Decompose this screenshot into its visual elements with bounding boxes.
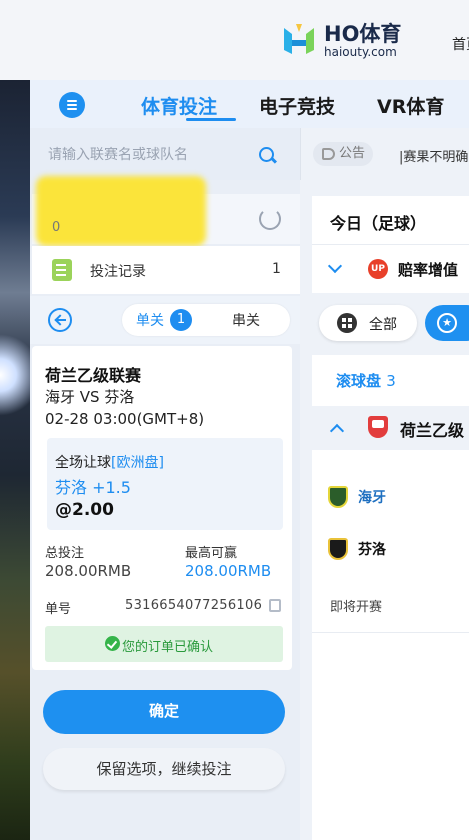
- confirm-button[interactable]: 确定: [43, 690, 285, 734]
- filter-all-button[interactable]: 全部: [319, 305, 417, 341]
- order-label: 单号: [45, 602, 72, 617]
- max-win-value: 208.00RMB: [185, 562, 272, 580]
- away-team-logo-icon: [328, 538, 348, 560]
- stake-label: 总投注: [45, 546, 85, 561]
- parlay-tab[interactable]: 串关: [232, 310, 260, 330]
- main-tabs: 体育投注 电子竞技 VR体育: [30, 80, 469, 128]
- bet-mode-toggle: 单关 1 串关: [122, 304, 290, 336]
- grid-icon: [337, 313, 357, 333]
- single-bet-tab[interactable]: 单关: [136, 310, 164, 330]
- selection-box: 全场让球[欧洲盘] 芬洛 +1.5 @2.00: [47, 438, 283, 530]
- home-team-name: 海牙: [358, 490, 386, 506]
- balance-digit: 0: [52, 220, 61, 235]
- confirmation-banner: 您的订单已确认: [45, 626, 283, 662]
- match-time: 02-28 03:00(GMT+8): [45, 410, 205, 428]
- events-panel: 公告 |赛果不明确 今日（足球） UP 赔率增值 全部 ★ 滚球盘 3 荷兰乙级…: [300, 128, 469, 840]
- logo-title: HO体育: [324, 22, 402, 46]
- league-row[interactable]: 荷兰乙级: [312, 406, 469, 450]
- chevron-up-icon: [329, 423, 345, 439]
- match-status: 即将开赛: [330, 600, 383, 615]
- notice-button[interactable]: 公告: [313, 142, 373, 166]
- betslip-header: 单关 1 串关: [30, 296, 300, 344]
- account-balance: 0: [32, 176, 300, 246]
- tab-sports-betting[interactable]: 体育投注: [141, 92, 217, 119]
- odds-boost-label: 赔率增值: [398, 261, 459, 279]
- max-win-label: 最高可赢: [185, 546, 238, 561]
- home-team-logo-icon: [328, 486, 348, 508]
- back-icon[interactable]: [48, 308, 72, 332]
- menu-icon[interactable]: [59, 92, 85, 118]
- megaphone-icon: [322, 148, 335, 160]
- bet-record-row[interactable]: 投注记录 1: [32, 246, 300, 294]
- live-betting-header[interactable]: 滚球盘 3: [336, 370, 396, 391]
- logo-mark-icon: [280, 22, 318, 60]
- away-team-name: 芬洛: [358, 542, 386, 558]
- selected-odds: @2.00: [55, 500, 114, 520]
- stadium-light: [0, 330, 30, 420]
- away-team-row[interactable]: 芬洛: [312, 526, 469, 574]
- bet-record-label: 投注记录: [90, 264, 146, 280]
- stadium-background: [0, 80, 30, 840]
- redacted-balance: [36, 176, 206, 246]
- league-row-name: 荷兰乙级: [400, 421, 465, 440]
- search-bar: 请输入联赛名或球队名: [30, 128, 300, 180]
- today-title: 今日（足球）: [330, 214, 427, 233]
- search-input[interactable]: 请输入联赛名或球队名: [48, 144, 248, 164]
- market-type: [欧洲盘]: [111, 455, 164, 471]
- filter-all-label: 全部: [369, 317, 397, 333]
- divider: [312, 632, 469, 633]
- check-circle-icon: [105, 636, 120, 651]
- filter-favorite-button[interactable]: ★: [425, 305, 469, 341]
- top-header: HO体育 haiouty.com 首页: [0, 0, 469, 80]
- notice-bar: 公告 |赛果不明确: [300, 128, 469, 180]
- selected-pick: 芬洛 +1.5: [55, 478, 131, 497]
- keep-selections-button[interactable]: 保留选项，继续投注: [43, 748, 285, 790]
- match-teams: 海牙 VS 芬洛: [45, 388, 135, 406]
- confirmation-text: 您的订单已确认: [122, 640, 214, 655]
- tab-vr-sports[interactable]: VR体育: [377, 92, 444, 119]
- bet-ticket: 荷兰乙级联赛 海牙 VS 芬洛 02-28 03:00(GMT+8) 全场让球[…: [32, 346, 292, 670]
- logo-domain: haiouty.com: [324, 45, 397, 59]
- brand-logo[interactable]: HO体育 haiouty.com: [280, 22, 401, 60]
- filter-row: 全部 ★: [312, 293, 469, 355]
- single-count-badge: 1: [170, 309, 192, 331]
- search-icon[interactable]: [259, 147, 274, 162]
- refresh-icon[interactable]: [259, 208, 281, 230]
- stake-value: 208.00RMB: [45, 562, 132, 580]
- star-icon: ★: [437, 313, 457, 333]
- league-name: 荷兰乙级联赛: [45, 366, 142, 385]
- events-list: 今日（足球） UP 赔率增值 全部 ★ 滚球盘 3 荷兰乙级 海牙 芬洛 即将开…: [312, 196, 469, 840]
- market-name: 全场让球[欧洲盘]: [55, 455, 164, 471]
- home-team-row[interactable]: 海牙: [312, 474, 469, 522]
- nav-home-link[interactable]: 首页: [452, 34, 469, 54]
- record-icon: [52, 259, 72, 281]
- notice-ticker[interactable]: |赛果不明确: [399, 146, 468, 165]
- active-tab-indicator: [186, 118, 236, 121]
- tab-esports[interactable]: 电子竞技: [259, 92, 335, 119]
- league-logo-icon: [368, 416, 388, 438]
- odds-boost-row[interactable]: UP 赔率增值: [312, 244, 469, 292]
- order-number: 5316654077256106: [125, 598, 263, 613]
- betslip-panel: 请输入联赛名或球队名 0 投注记录 1 单关 1 串关 荷兰乙级联赛 海牙 VS…: [30, 128, 300, 840]
- up-badge-icon: UP: [368, 259, 388, 279]
- copy-icon[interactable]: [269, 599, 281, 612]
- live-count: 3: [386, 372, 396, 390]
- chevron-down-icon: [327, 258, 343, 274]
- bet-record-count: 1: [272, 261, 281, 277]
